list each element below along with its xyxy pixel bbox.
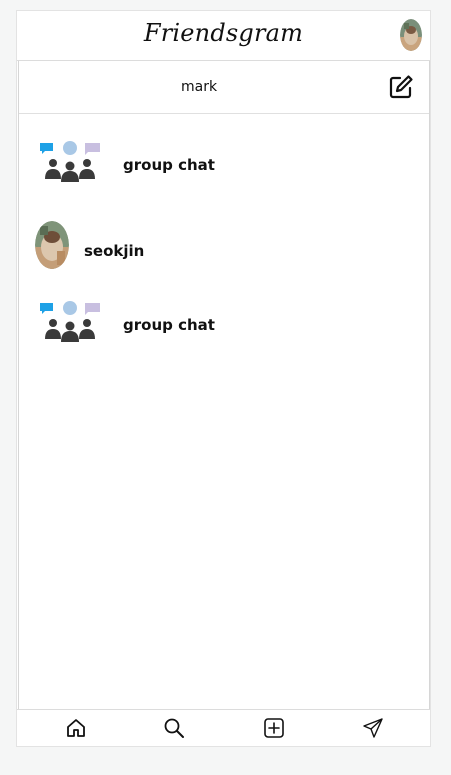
conversation-item[interactable]: seokjin bbox=[19, 221, 429, 281]
profile-avatar[interactable] bbox=[400, 19, 422, 51]
nav-home-button[interactable] bbox=[65, 717, 87, 739]
conversation-item[interactable]: group chat bbox=[19, 135, 429, 195]
search-icon bbox=[164, 718, 184, 738]
group-chat-icon bbox=[40, 141, 100, 182]
send-icon bbox=[363, 718, 383, 738]
conversation-name: group chat bbox=[123, 156, 215, 174]
app-logo[interactable]: Friendsgram bbox=[17, 19, 430, 47]
avatar-icon bbox=[400, 19, 422, 51]
bottom-nav bbox=[17, 709, 430, 746]
conversation-item[interactable]: group chat bbox=[19, 295, 429, 355]
top-bar: Friendsgram bbox=[17, 11, 430, 61]
messages-header: mark bbox=[19, 61, 429, 114]
nav-send-button[interactable] bbox=[362, 717, 384, 739]
nav-add-post-button[interactable] bbox=[263, 717, 285, 739]
avatar bbox=[35, 221, 69, 269]
nav-search-button[interactable] bbox=[163, 717, 185, 739]
messages-panel: mark group chat seokjin group chat bbox=[18, 61, 430, 711]
compose-icon bbox=[389, 75, 413, 99]
avatar-icon bbox=[35, 221, 69, 269]
group-chat-icon bbox=[40, 301, 100, 342]
add-post-icon bbox=[264, 718, 284, 738]
home-icon bbox=[67, 719, 85, 737]
current-username: mark bbox=[181, 79, 218, 95]
conversation-name: group chat bbox=[123, 316, 215, 334]
app-frame: Friendsgram mark group chat seokjin grou… bbox=[16, 10, 431, 747]
conversation-name: seokjin bbox=[84, 242, 145, 260]
new-message-button[interactable] bbox=[387, 73, 415, 101]
